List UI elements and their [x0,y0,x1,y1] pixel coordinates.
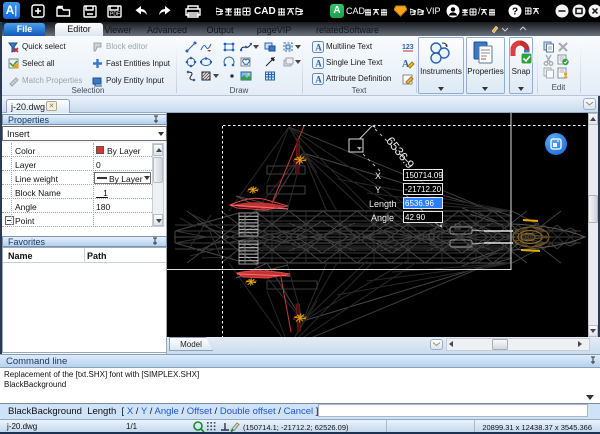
svg-text:A: A [315,75,322,85]
svg-text:A: A [315,59,322,69]
svg-text:PDF: PDF [110,12,120,18]
svg-text:A: A [315,43,322,53]
svg-text:?: ? [512,7,518,18]
svg-text:123: 123 [402,44,414,51]
